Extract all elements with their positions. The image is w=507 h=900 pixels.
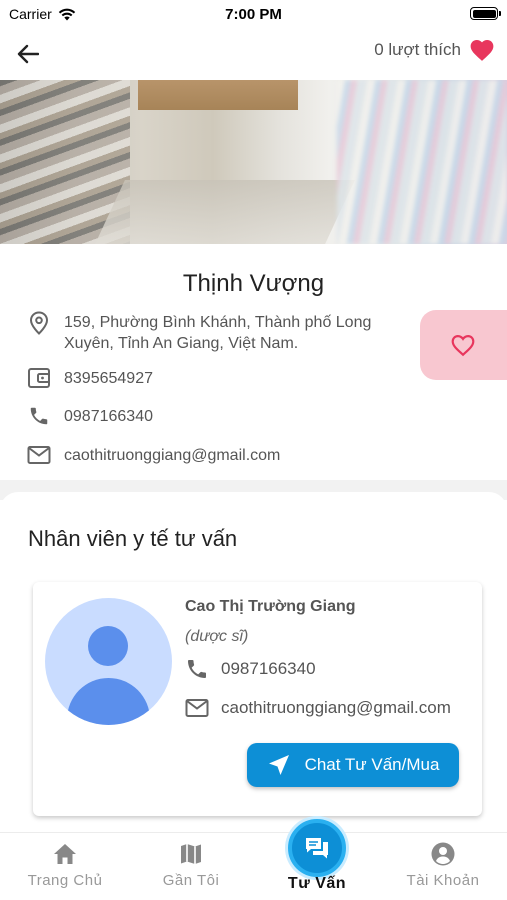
staff-phone: 0987166340 — [221, 659, 316, 678]
shop-tax-row: 8395654927 — [26, 365, 153, 391]
tab-home-label: Trang Chủ — [27, 872, 103, 889]
wallet-icon — [26, 365, 52, 391]
heart-outline-icon — [451, 335, 475, 357]
mail-icon — [185, 699, 209, 717]
tab-account[interactable]: Tài Khoản — [380, 833, 506, 900]
chat-consult-label: Chat Tư Vấn/Mua — [304, 755, 440, 774]
heart-filled-icon — [470, 40, 494, 61]
shop-address: 159, Phường Bình Khánh, Thành phố Long X… — [64, 314, 372, 352]
mail-icon — [26, 442, 52, 468]
shop-banner-image — [0, 80, 507, 244]
tab-nearby-label: Gần Tôi — [162, 872, 220, 889]
location-pin-icon — [26, 310, 52, 336]
staff-email: caothitruonggiang@gmail.com — [221, 698, 451, 717]
battery-icon — [470, 7, 501, 20]
staff-name: Cao Thị Trường Giang — [185, 598, 356, 615]
tab-account-label: Tài Khoản — [406, 872, 480, 889]
home-icon — [52, 840, 78, 868]
tab-consult[interactable]: Tư Vấn — [254, 819, 380, 900]
shop-address-row: 159, Phường Bình Khánh, Thành phố Long X… — [26, 310, 416, 354]
shop-tax-code: 8395654927 — [64, 370, 153, 387]
shop-name: Thịnh Vượng — [182, 270, 325, 297]
shop-phone: 0987166340 — [64, 408, 153, 425]
tab-home[interactable]: Trang Chủ — [2, 833, 128, 900]
consult-section-title: Nhân viên y tế tư vấn — [28, 526, 238, 551]
shop-phone-row[interactable]: 0987166340 — [26, 403, 153, 429]
tab-consult-label: Tư Vấn — [287, 875, 347, 892]
map-icon — [178, 840, 204, 868]
chat-icon — [306, 838, 328, 859]
likes-indicator: 0 lượt thích — [374, 38, 495, 62]
clock: 7:00 PM — [225, 6, 282, 23]
status-bar: Carrier 7:00 PM — [0, 0, 507, 28]
staff-phone-row[interactable]: 0987166340 — [185, 657, 316, 681]
shop-email: caothitruonggiang@gmail.com — [64, 447, 281, 464]
tab-consult-fab[interactable] — [288, 819, 346, 877]
staff-card: Cao Thị Trường Giang (dược sĩ) 098716634… — [33, 582, 482, 816]
likes-count: 0 lượt thích — [374, 40, 461, 59]
back-button[interactable] — [14, 40, 42, 68]
avatar — [45, 598, 172, 725]
arrow-left-icon — [17, 44, 39, 64]
bottom-tab-bar: Trang Chủ Gần Tôi Tư Vấn Tài Khoản — [0, 819, 507, 900]
phone-icon — [26, 403, 52, 429]
send-navigation-icon — [268, 755, 289, 775]
account-icon — [430, 840, 456, 868]
nav-bar: 0 lượt thích — [0, 28, 507, 78]
staff-email-row[interactable]: caothitruonggiang@gmail.com — [185, 698, 451, 718]
chat-consult-button[interactable]: Chat Tư Vấn/Mua — [247, 743, 459, 787]
staff-role: (dược sĩ) — [185, 628, 249, 645]
tab-nearby[interactable]: Gần Tôi — [128, 833, 254, 900]
phone-icon — [188, 660, 206, 678]
shop-email-row[interactable]: caothitruonggiang@gmail.com — [26, 442, 280, 468]
favorite-button[interactable] — [420, 310, 507, 380]
